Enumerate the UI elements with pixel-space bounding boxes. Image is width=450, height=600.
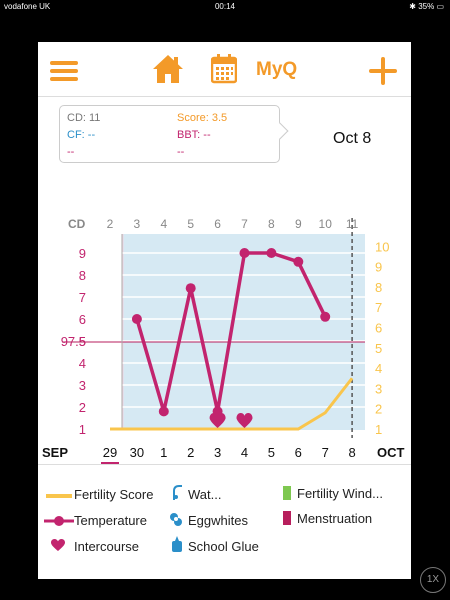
left-axis-tick: 3 [79, 378, 86, 393]
right-axis-tick: 10 [375, 239, 389, 254]
eggwhites-icon [170, 513, 182, 526]
cycle-day-tick: 10 [319, 217, 333, 231]
cycle-day-tick: 11 [346, 217, 359, 231]
app-screen: MyQ CD: 11 Score: 3.5 CF: -- BBT: -- -- … [38, 42, 411, 579]
right-axis-tick: 2 [375, 402, 382, 417]
date-tick: 6 [295, 445, 302, 460]
legend-school-glue: School Glue [188, 539, 259, 554]
clock: 00:14 [214, 2, 236, 11]
left-axis-tick: 8 [79, 268, 86, 283]
cycle-day-tick: 6 [214, 217, 221, 231]
cycle-day-tick: 4 [160, 217, 167, 231]
left-axis-tick: 2 [79, 400, 86, 415]
right-axis-tick: 8 [375, 280, 382, 295]
left-axis-tick: 7 [79, 290, 86, 305]
zoom-badge[interactable]: 1X [420, 567, 446, 593]
date-tick: 29 [103, 445, 117, 460]
right-axis-tick: 4 [375, 361, 382, 376]
left-axis-tick: 97.5 [61, 334, 86, 349]
cycle-day-tick: 5 [187, 217, 194, 231]
right-axis-tick: 3 [375, 381, 382, 396]
school-glue-icon [172, 536, 182, 552]
date-tick: 3 [214, 445, 221, 460]
month-left: SEP [42, 445, 68, 460]
cycle-day-tick: 7 [241, 217, 248, 231]
date-tick: 5 [268, 445, 275, 460]
date-tick: 4 [241, 445, 248, 460]
date-tick: 7 [322, 445, 329, 460]
tooltip-row3-left: -- [67, 146, 75, 158]
tooltip-row3-right: -- [177, 146, 185, 158]
cycle-day-tick: 8 [268, 217, 275, 231]
date-tick: 8 [348, 445, 355, 460]
selected-date: Oct 8 [333, 130, 372, 147]
left-axis-tick: 4 [79, 356, 86, 371]
legend-intercourse: Intercourse [74, 539, 140, 554]
left-axis-tick: 6 [79, 312, 86, 327]
myq-link[interactable]: MyQ [256, 59, 297, 81]
score-label: Score: 3.5 [177, 112, 228, 124]
right-axis-tick: 1 [375, 422, 382, 437]
battery-icon: ▭ [434, 2, 444, 11]
bbt-label: BBT: -- [177, 129, 211, 141]
date-tick: 30 [130, 445, 144, 460]
nav-bar: MyQ [38, 42, 411, 97]
cycle-day-tick: 2 [107, 217, 114, 231]
menstruation-icon [283, 511, 291, 525]
temperature-point [320, 311, 331, 322]
temperature-point [293, 256, 304, 267]
right-axis-tick: 9 [375, 260, 382, 275]
left-axis-tick: 9 [79, 246, 86, 261]
fertility-chart[interactable]: CD 2 3 4 5 6 7 8 9 10 1112345678997.512345678910SE… [38, 168, 411, 464]
temperature-point [158, 406, 169, 417]
watery-icon [173, 485, 182, 500]
legend-fertility-window: Fertility Wind... [297, 486, 383, 501]
cycle-day-tick: 3 [134, 217, 141, 231]
cd-header: CD [68, 217, 86, 231]
battery-label: ✱ 35% ▭ [409, 2, 444, 11]
heart-icon [51, 539, 65, 551]
temperature-point [131, 314, 142, 324]
date-tick: 2 [187, 445, 194, 460]
cycle-day-tick: 9 [295, 217, 302, 231]
temperature-point [185, 283, 196, 294]
date-tick: 1 [160, 445, 167, 460]
status-bar: vodafone UK 00:14 ✱ 35% ▭ [0, 0, 450, 14]
menu-icon[interactable] [50, 60, 78, 82]
legend-eggwhites: Eggwhites [188, 513, 248, 528]
home-icon[interactable] [152, 53, 184, 85]
day-summary-tooltip: CD: 11 Score: 3.5 CF: -- BBT: -- -- -- [59, 105, 289, 163]
temperature-line-icon [44, 516, 74, 526]
legend-menstruation: Menstruation [297, 511, 373, 526]
right-axis-tick: 5 [375, 341, 382, 356]
temperature-point [266, 248, 277, 258]
legend-watery: Wat... [188, 487, 222, 502]
left-axis-tick: 1 [79, 422, 86, 437]
temperature-point [239, 248, 250, 258]
fertility-score-line-icon [46, 494, 72, 498]
cycle-day-label: CD: 11 [67, 112, 101, 124]
legend: Fertility Score Wat... Fertility Wind...… [38, 464, 411, 579]
add-icon[interactable] [369, 57, 397, 85]
month-right: OCT [377, 445, 405, 460]
right-axis-tick: 7 [375, 300, 382, 315]
legend-fertility-score: Fertility Score [74, 487, 154, 502]
cervical-fluid-label: CF: -- [67, 129, 96, 141]
bluetooth-icon: ✱ [409, 2, 419, 11]
fertility-window-icon [283, 486, 291, 500]
right-axis-tick: 6 [375, 321, 382, 336]
calendar-icon[interactable] [211, 54, 237, 84]
legend-temperature: Temperature [74, 513, 147, 528]
